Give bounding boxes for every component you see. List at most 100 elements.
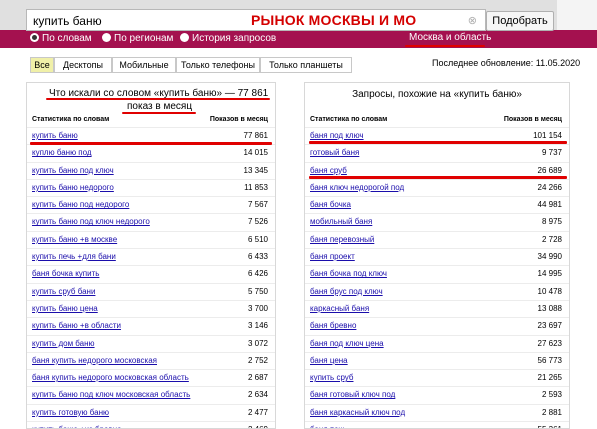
impressions-count: 3 700 [247,303,268,313]
query-link[interactable]: купить печь +для бани [32,252,116,261]
query-link[interactable]: баня бревно [310,321,356,330]
impressions-count: 55 361 [538,425,562,428]
col-query-header: Статистика по словам [310,116,388,123]
impressions-count: 2 728 [541,234,562,244]
mode-history[interactable]: История запросов [180,33,276,44]
right-heading: Запросы, похожие на «купить баню» [352,89,522,100]
table-row: баня каркасный ключ под 2 881 [305,403,569,421]
tab-tablets[interactable]: Только планшеты [260,57,352,73]
impressions-count: 7 526 [247,217,268,227]
query-link[interactable]: куплю баню под [32,148,92,157]
query-link[interactable]: баня бочка [310,200,351,209]
left-panel: Что искали со словом «купить баню» — 77 … [26,82,276,429]
table-row: баня цена 56 773 [305,351,569,369]
query-link[interactable]: купить баню цена [32,304,98,313]
table-row: баня купить недорого московская область 2… [27,369,275,386]
impressions-count: 2 469 [248,425,268,428]
query-link[interactable]: купить баню +в области [32,321,121,330]
col-count-header: Показов в месяц [503,116,562,123]
table-row: купить дом баню 3 072 [27,334,275,352]
query-link[interactable]: баня брус под ключ [310,287,383,296]
col-query-header: Статистика по словам [32,116,110,123]
impressions-count: 24 266 [537,182,562,192]
region-selector[interactable]: Москва и область [409,32,491,43]
annotation-underline [309,141,567,144]
impressions-count: 14 015 [243,148,268,158]
impressions-count: 2 477 [247,407,268,417]
impressions-count: 2 687 [247,373,268,383]
query-link[interactable]: купить баню недорого [32,183,114,192]
query-link[interactable]: купить сруб бани [32,287,95,296]
impressions-count: 56 773 [537,355,562,365]
query-link[interactable]: баня ключ недорогой под [310,183,404,192]
query-link[interactable]: купить баню под ключ [32,166,114,175]
mode-label: По словам [42,33,92,44]
mode-by-regions[interactable]: По регионам [102,33,173,44]
query-link[interactable]: баня готовый ключ под [310,390,395,399]
table-row: купить сруб бани 5 750 [27,282,275,300]
query-link[interactable]: купить готовую баню [32,408,109,417]
impressions-count: 2 593 [541,390,562,400]
query-link[interactable]: купить баню под ключ московская область [32,390,190,399]
query-link[interactable]: баня бочка под ключ [310,269,387,278]
impressions-count: 77 861 [243,131,268,140]
query-link[interactable]: баня перевозный [310,235,374,244]
radio-icon[interactable] [102,33,111,42]
query-link[interactable]: баня под ключ [310,131,364,140]
tab-mobile[interactable]: Мобильные [112,57,176,73]
mode-by-words[interactable]: По словам [30,33,92,44]
table-row: купить баню +из бревна 2 469 [27,421,275,428]
impressions-count: 8 975 [541,217,562,227]
query-link[interactable]: купить баню под ключ недорого [32,217,150,226]
query-link[interactable]: каркасный баня [310,304,369,313]
impressions-count: 2 752 [247,355,268,365]
radio-icon[interactable] [180,33,189,42]
table-row: купить готовую баню 2 477 [27,403,275,421]
impressions-count: 101 154 [533,131,562,140]
table-row: купить баню недорого 11 853 [27,178,275,196]
query-link[interactable]: купить баню +из бревна [32,425,122,428]
table-row: баня ключ недорогой под 24 266 [305,178,569,196]
query-link[interactable]: купить баню +в москве [32,235,117,244]
query-link[interactable]: баня купить недорого московская область [32,373,189,382]
query-link[interactable]: баня бочка купить [32,269,99,278]
table-row: купить баню под ключ московская область 2… [27,386,275,403]
table-row: баня готовый ключ под 2 593 [305,386,569,403]
search-query[interactable]: купить баню [33,14,102,28]
query-link[interactable]: баня сруб [310,166,347,175]
left-heading-line2: показ в месяц [127,101,193,112]
query-link[interactable]: баня каркасный ключ под [310,408,405,417]
col-count-header: Показов в месяц [209,116,268,123]
impressions-count: 27 623 [537,338,562,348]
impressions-count: 7 567 [247,200,268,210]
tab-phones[interactable]: Только телефоны [176,57,260,73]
query-link[interactable]: баня проект [310,252,355,261]
query-link[interactable]: мобильный баня [310,217,372,226]
impressions-count: 11 853 [244,182,268,192]
impressions-count: 14 995 [537,269,562,279]
impressions-count: 3 072 [247,338,268,348]
right-table: баня под ключ 101 154 готовый баня 9 737 бан… [305,127,569,428]
query-link[interactable]: купить дом баню [32,339,95,348]
close-icon[interactable]: ⊗ [468,14,477,27]
query-link[interactable]: купить сруб [310,373,353,382]
query-link[interactable]: купить баню [32,131,78,140]
find-button[interactable]: Подобрать [486,11,554,31]
query-link[interactable]: готовый баня [310,148,359,157]
table-row: баня печь 55 361 [305,421,569,428]
mode-label: История запросов [192,33,277,44]
query-link[interactable]: купить баню под недорого [32,200,129,209]
query-link[interactable]: баня под ключ цена [310,339,384,348]
query-link[interactable]: баня купить недорого московская [32,356,157,365]
table-row: мобильный баня 8 975 [305,213,569,230]
tab-all[interactable]: Все [30,57,54,73]
query-link[interactable]: баня цена [310,356,348,365]
table-row: баня перевозный 2 728 [305,230,569,248]
query-link[interactable]: баня печь [310,425,347,428]
tab-desktop[interactable]: Десктопы [54,57,112,73]
impressions-count: 6 426 [247,269,268,279]
radio-icon[interactable] [30,33,39,42]
impressions-count: 5 750 [247,286,268,296]
impressions-count: 34 990 [537,252,562,262]
impressions-count: 9 737 [541,148,562,158]
